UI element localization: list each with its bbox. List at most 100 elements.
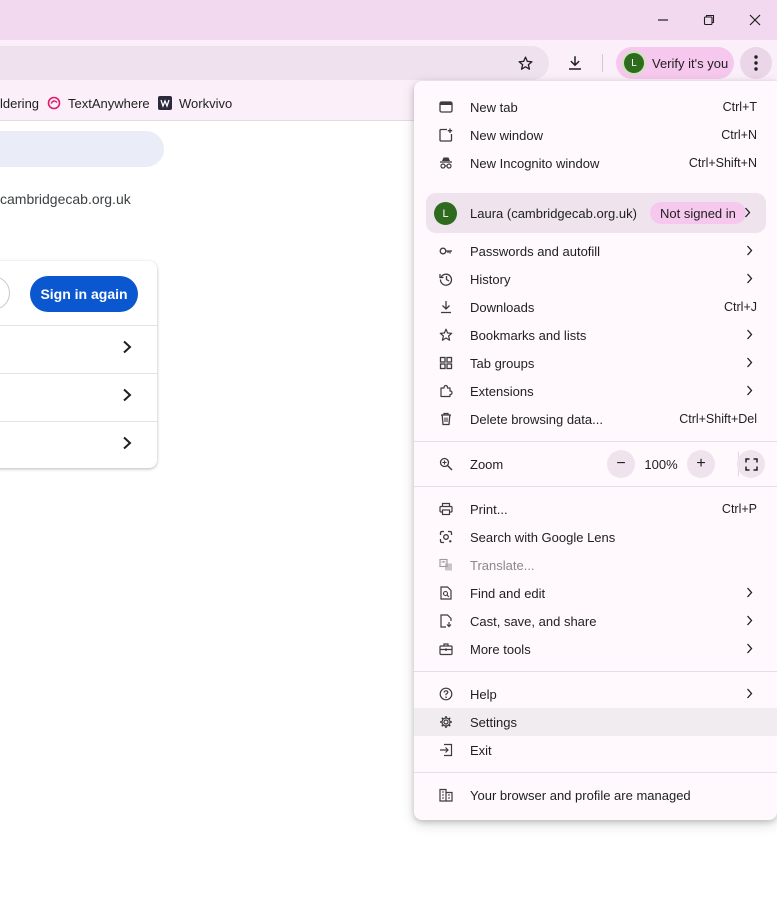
menu-item-tab-groups[interactable]: Tab groups xyxy=(414,349,777,377)
minimize-button[interactable] xyxy=(640,0,686,40)
title-bar xyxy=(0,0,777,40)
menu-label: Exit xyxy=(470,743,492,758)
zoom-in-button[interactable]: + xyxy=(687,450,715,478)
menu-label: Find and edit xyxy=(470,586,546,601)
menu-item-delete-browsing-data[interactable]: Delete browsing data... Ctrl+Shift+Del xyxy=(414,405,777,433)
menu-label: Downloads xyxy=(470,300,535,315)
close-icon xyxy=(749,14,761,26)
menu-label: Extensions xyxy=(470,384,534,399)
menu-label: New Incognito window xyxy=(470,156,600,171)
new-tab-icon xyxy=(439,101,453,113)
sign-in-again-button[interactable]: Sign in again xyxy=(30,276,138,312)
bookmark-item[interactable]: TextAnywhere xyxy=(47,86,150,120)
avatar: L xyxy=(434,202,457,225)
menu-label: Passwords and autofill xyxy=(470,244,601,259)
address-bar[interactable] xyxy=(0,46,549,80)
status-badge: Not signed in xyxy=(650,202,746,224)
zoom-out-button[interactable]: − xyxy=(607,450,635,478)
zoom-level: 100% xyxy=(644,457,678,472)
zoom-icon xyxy=(439,457,453,471)
menu-item-more-tools[interactable]: More tools xyxy=(414,635,777,663)
card-row[interactable] xyxy=(0,373,157,421)
history-icon xyxy=(439,273,453,286)
menu-item-settings[interactable]: Settings xyxy=(414,708,777,736)
menu-item-history[interactable]: History xyxy=(414,265,777,293)
bookmark-item[interactable]: ldering xyxy=(0,86,39,120)
menu-label: Bookmarks and lists xyxy=(470,328,587,343)
bookmark-label: Workvivo xyxy=(179,95,233,111)
profile-row[interactable]: L Laura (cambridgecab.org.uk) Not signed… xyxy=(426,193,766,233)
chevron-right-icon xyxy=(747,357,753,368)
restore-button[interactable] xyxy=(686,0,732,40)
menu-item-print[interactable]: Print... Ctrl+P xyxy=(414,495,777,523)
bookmark-label: TextAnywhere xyxy=(68,95,150,111)
chrome-main-menu: New tab Ctrl+T New window Ctrl+N New Inc… xyxy=(414,81,777,820)
menu-shortcut: Ctrl+Shift+Del xyxy=(679,412,757,426)
menu-label: Translate... xyxy=(470,558,535,573)
fullscreen-button[interactable] xyxy=(737,450,765,478)
menu-item-bookmarks[interactable]: Bookmarks and lists xyxy=(414,321,777,349)
chevron-right-icon xyxy=(747,688,753,699)
profile-name: Laura (cambridgecab.org.uk) xyxy=(470,206,637,221)
menu-item-new-window[interactable]: New window Ctrl+N xyxy=(414,121,777,149)
menu-item-find-and-edit[interactable]: Find and edit xyxy=(414,579,777,607)
chevron-right-icon xyxy=(747,329,753,340)
fullscreen-icon xyxy=(744,457,758,471)
translate-icon xyxy=(439,558,452,571)
textanywhere-icon xyxy=(47,96,61,110)
chevron-right-icon xyxy=(747,643,753,654)
building-icon xyxy=(439,788,453,802)
bookmark-star-button[interactable] xyxy=(509,47,541,79)
menu-item-passwords[interactable]: Passwords and autofill xyxy=(414,237,777,265)
menu-label: Delete browsing data... xyxy=(470,412,603,427)
card-row[interactable] xyxy=(0,421,157,469)
toolbar-separator xyxy=(602,54,603,72)
menu-item-downloads[interactable]: Downloads Ctrl+J xyxy=(414,293,777,321)
printer-icon xyxy=(439,502,453,516)
menu-divider xyxy=(414,441,777,442)
verify-identity-button[interactable]: L Verify it's you xyxy=(616,47,734,79)
menu-item-google-lens[interactable]: Search with Google Lens xyxy=(414,523,777,551)
bookmark-label: ldering xyxy=(0,95,40,111)
chevron-right-icon xyxy=(747,385,753,396)
minimize-icon xyxy=(658,19,668,21)
toolbar: L Verify it's you xyxy=(0,40,777,86)
menu-item-exit[interactable]: Exit xyxy=(414,736,777,764)
close-window-button[interactable] xyxy=(732,0,777,40)
new-window-icon xyxy=(439,128,453,142)
downloads-button[interactable] xyxy=(559,47,591,79)
minus-icon: − xyxy=(616,455,626,472)
chevron-right-icon xyxy=(123,436,132,450)
menu-item-new-incognito[interactable]: New Incognito window Ctrl+Shift+N xyxy=(414,149,777,177)
puzzle-icon xyxy=(440,384,453,398)
menu-item-extensions[interactable]: Extensions xyxy=(414,377,777,405)
save-page-icon xyxy=(440,614,452,628)
bookmark-item[interactable]: Workvivo xyxy=(158,86,232,120)
avatar: L xyxy=(624,53,644,73)
menu-label: Tab groups xyxy=(470,356,535,371)
menu-item-zoom: Zoom − 100% + xyxy=(414,450,777,478)
chevron-right-icon xyxy=(123,340,132,354)
chevron-right-icon xyxy=(747,273,753,284)
menu-item-new-tab[interactable]: New tab Ctrl+T xyxy=(414,93,777,121)
chrome-menu-button[interactable] xyxy=(740,47,772,79)
star-icon xyxy=(439,328,453,341)
menu-shortcut: Ctrl+P xyxy=(721,502,757,516)
card-row[interactable] xyxy=(0,325,157,373)
menu-label: Settings xyxy=(470,715,517,730)
menu-item-help[interactable]: Help xyxy=(414,680,777,708)
trash-icon xyxy=(441,412,451,426)
more-vertical-icon xyxy=(754,55,758,71)
plus-icon: + xyxy=(696,455,706,472)
account-card: f Sign in again xyxy=(0,261,157,468)
secondary-button[interactable]: f xyxy=(0,276,10,310)
restore-icon xyxy=(703,14,715,26)
menu-label: New window xyxy=(470,128,543,143)
page-search-bar[interactable] xyxy=(0,131,164,167)
menu-label: Print... xyxy=(470,502,508,517)
menu-item-cast-save-share[interactable]: Cast, save, and share xyxy=(414,607,777,635)
menu-item-managed[interactable]: Your browser and profile are managed xyxy=(414,781,777,809)
tab-groups-icon xyxy=(439,356,453,370)
menu-label: Help xyxy=(470,687,497,702)
menu-label: New tab xyxy=(470,100,518,115)
